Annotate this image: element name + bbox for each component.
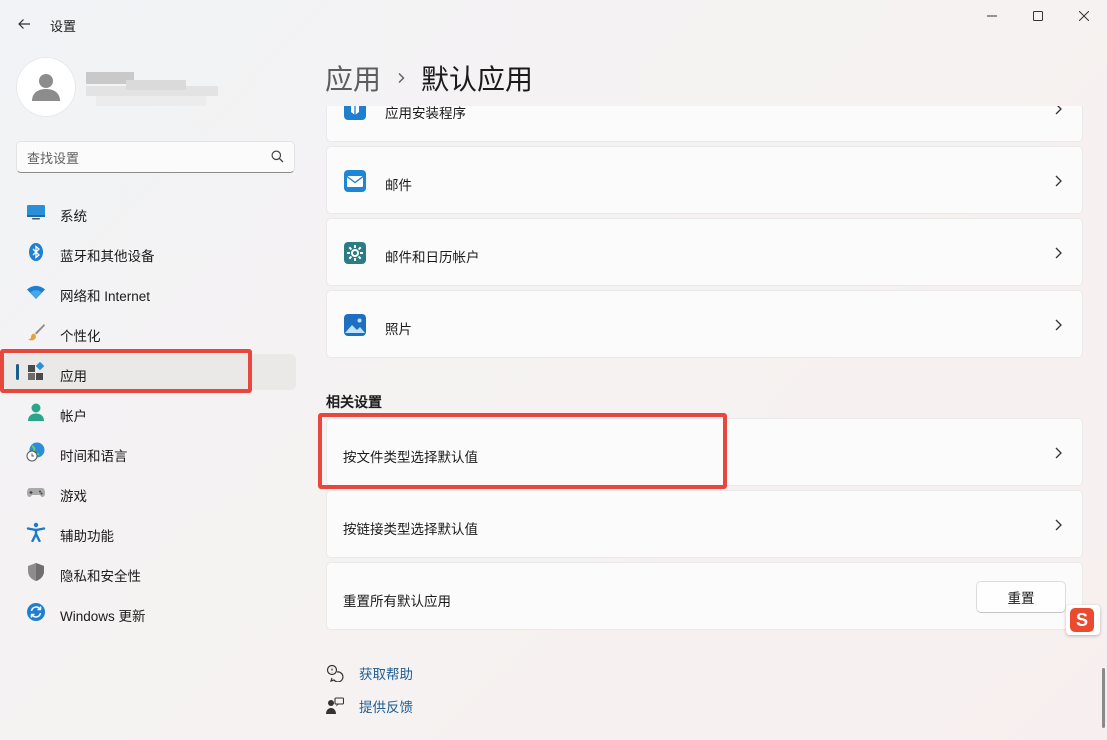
- sidebar-item-time-language[interactable]: 时间和语言: [4, 434, 296, 470]
- minimize-icon: [987, 15, 997, 17]
- ime-toolbar[interactable]: S: [1066, 605, 1100, 635]
- sidebar-item-accounts[interactable]: 帐户: [4, 394, 296, 430]
- chevron-right-icon: [1055, 106, 1062, 115]
- mail-icon: [344, 170, 366, 192]
- search-box[interactable]: [16, 141, 295, 173]
- wifi-icon: [26, 282, 46, 302]
- sidebar-item-label: 时间和语言: [60, 449, 128, 464]
- page-title: 默认应用: [421, 64, 534, 95]
- related-item-label: 按链接类型选择默认值: [343, 522, 478, 537]
- account-icon: [26, 402, 46, 422]
- give-feedback-link[interactable]: 提供反馈: [325, 695, 413, 717]
- photos-icon: [344, 314, 366, 336]
- gamepad-icon: [26, 482, 46, 502]
- app-card-mail-calendar[interactable]: 邮件和日历帐户: [326, 218, 1083, 286]
- get-help-link[interactable]: 获取帮助: [325, 662, 413, 684]
- chevron-right-icon: [1055, 175, 1062, 187]
- get-help-label: 获取帮助: [359, 667, 413, 682]
- time-language-icon: [26, 442, 46, 462]
- scrollbar[interactable]: [1102, 668, 1105, 728]
- sidebar-item-gaming[interactable]: 游戏: [4, 474, 296, 510]
- app-card-label: 应用安装程序: [385, 106, 466, 121]
- sidebar-item-label: 蓝牙和其他设备: [60, 249, 155, 264]
- title-bar: 设置: [0, 0, 1107, 48]
- search-input[interactable]: [27, 148, 267, 168]
- reset-button[interactable]: 重置: [976, 581, 1066, 613]
- bluetooth-icon: [26, 242, 46, 262]
- maximize-icon: [1033, 11, 1043, 21]
- close-icon: [1079, 11, 1089, 21]
- sidebar-item-label: 隐私和安全性: [60, 569, 141, 584]
- search-icon[interactable]: [271, 150, 284, 163]
- choose-defaults-by-link-type[interactable]: 按链接类型选择默认值: [326, 490, 1083, 558]
- sidebar-item-bluetooth[interactable]: 蓝牙和其他设备: [4, 234, 296, 270]
- sidebar-item-label: Windows 更新: [60, 609, 146, 624]
- app-title: 设置: [50, 19, 77, 34]
- sidebar-item-windows-update[interactable]: Windows 更新: [4, 594, 296, 630]
- back-button[interactable]: [8, 8, 40, 40]
- sidebar-item-label: 个性化: [60, 329, 101, 344]
- highlight-box-file-type: [318, 413, 727, 489]
- app-card-label: 照片: [385, 322, 412, 337]
- related-settings-title: 相关设置: [326, 394, 382, 410]
- sidebar-item-privacy[interactable]: 隐私和安全性: [4, 554, 296, 590]
- shield-icon: [26, 562, 46, 582]
- sidebar-item-label: 网络和 Internet: [60, 289, 151, 304]
- chevron-right-icon: [1055, 247, 1062, 259]
- sidebar-item-network[interactable]: 网络和 Internet: [4, 274, 296, 310]
- app-card-installer[interactable]: 应用安装程序: [326, 106, 1083, 142]
- user-name-obscured: [86, 70, 218, 110]
- user-silhouette-icon: [32, 74, 60, 101]
- app-card-label: 邮件和日历帐户: [385, 250, 480, 265]
- sidebar-item-label: 辅助功能: [60, 529, 114, 544]
- update-icon: [26, 602, 46, 622]
- chevron-right-icon: [395, 72, 407, 84]
- sidebar-item-label: 系统: [60, 209, 87, 224]
- sidebar-item-label: 帐户: [60, 409, 87, 424]
- sidebar-nav: 系统 蓝牙和其他设备 网络和 Internet 个性化 应用 帐户 时间和语言 …: [4, 194, 296, 634]
- breadcrumb-parent[interactable]: 应用: [325, 58, 381, 98]
- brush-icon: [26, 322, 46, 342]
- app-card-photos[interactable]: 照片: [326, 290, 1083, 358]
- sogou-ime-icon: S: [1070, 608, 1094, 632]
- help-chat-icon: [325, 663, 345, 683]
- sidebar-item-accessibility[interactable]: 辅助功能: [4, 514, 296, 550]
- minimize-button[interactable]: [969, 0, 1015, 32]
- system-icon: [26, 202, 46, 222]
- reset-defaults-label: 重置所有默认应用: [343, 594, 451, 609]
- reset-defaults-row: 重置所有默认应用 重置: [326, 562, 1083, 630]
- maximize-button[interactable]: [1015, 0, 1061, 32]
- highlight-box-apps: [0, 349, 252, 393]
- chevron-right-icon: [1055, 319, 1062, 331]
- arrow-left-icon: [18, 19, 30, 29]
- app-installer-icon: [344, 106, 366, 120]
- app-card-mail[interactable]: 邮件: [326, 146, 1083, 214]
- sidebar-item-system[interactable]: 系统: [4, 194, 296, 230]
- accessibility-icon: [26, 522, 46, 542]
- sidebar-item-label: 游戏: [60, 489, 87, 504]
- avatar[interactable]: [16, 57, 76, 117]
- chevron-right-icon: [1055, 519, 1062, 531]
- sidebar-item-personalization[interactable]: 个性化: [4, 314, 296, 350]
- give-feedback-label: 提供反馈: [359, 700, 413, 715]
- feedback-icon: [325, 696, 345, 716]
- mail-calendar-settings-icon: [344, 242, 366, 264]
- chevron-right-icon: [1055, 447, 1062, 459]
- close-button[interactable]: [1061, 0, 1107, 32]
- app-card-label: 邮件: [385, 178, 412, 193]
- breadcrumb: 应用 默认应用: [325, 58, 533, 98]
